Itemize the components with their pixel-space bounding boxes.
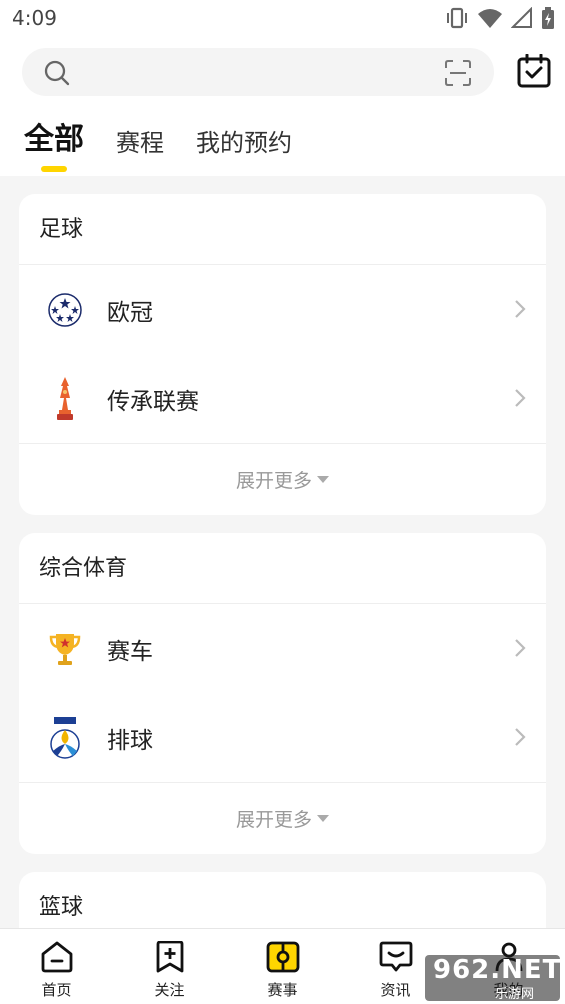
- list-item-label: 排球: [107, 727, 153, 754]
- watermark-overlay: 962.NET 乐游网: [425, 955, 562, 1002]
- bookmark-add-icon: [156, 941, 183, 973]
- fivb-volleyball-logo: [45, 714, 85, 762]
- chevron-right-icon: [515, 728, 526, 746]
- match-icon: [266, 941, 299, 973]
- expand-more-button[interactable]: 展开更多: [19, 443, 546, 515]
- tab-bar: 全部 赛程 我的预约: [24, 118, 324, 172]
- watermark-text: 962.NET: [433, 955, 562, 985]
- category-list[interactable]: 足球 欧冠 传承联赛 展开更多 综合体育 赛车 排球 展开更多 篮球: [0, 176, 565, 928]
- watermark-subtext: 乐游网: [495, 987, 535, 1002]
- chevron-right-icon: [515, 389, 526, 407]
- list-item-label: 欧冠: [107, 299, 153, 326]
- chevron-right-icon: [515, 300, 526, 318]
- list-item-volleyball[interactable]: 排球: [19, 693, 546, 782]
- champions-league-logo: [45, 286, 85, 334]
- section-card-multi-sport: 综合体育 赛车 排球 展开更多: [19, 533, 546, 854]
- tab-all[interactable]: 全部: [24, 114, 84, 172]
- list-item-champions-league[interactable]: 欧冠: [19, 265, 546, 354]
- search-input[interactable]: [22, 48, 494, 96]
- signal-icon: [511, 7, 532, 28]
- tab-schedule[interactable]: 赛程: [116, 123, 164, 158]
- nav-matches[interactable]: 赛事: [226, 929, 339, 1004]
- header: 全部 赛程 我的预约: [0, 38, 565, 176]
- tab-my-reservations[interactable]: 我的预约: [196, 123, 292, 158]
- nav-label: 赛事: [267, 981, 298, 999]
- home-icon: [41, 941, 72, 973]
- nav-label: 关注: [154, 981, 185, 999]
- section-title: 足球: [19, 194, 546, 265]
- expand-more-label: 展开更多: [235, 809, 312, 831]
- scan-icon[interactable]: [444, 59, 472, 87]
- expand-more-label: 展开更多: [235, 470, 312, 492]
- nav-home[interactable]: 首页: [0, 929, 113, 1004]
- nav-label: 首页: [41, 981, 72, 999]
- vibrate-icon: [447, 7, 467, 29]
- list-item-heritage-league[interactable]: 传承联赛: [19, 354, 546, 443]
- list-item-label: 传承联赛: [107, 388, 199, 415]
- expand-more-button[interactable]: 展开更多: [19, 782, 546, 854]
- section-title: 综合体育: [19, 533, 546, 604]
- heritage-league-trophy-logo: [45, 375, 85, 423]
- status-icons: [445, 7, 555, 29]
- caret-down-icon: [317, 815, 329, 822]
- list-item-label: 赛车: [107, 638, 153, 665]
- calendar-check-icon[interactable]: [517, 54, 551, 88]
- status-time: 4:09: [12, 6, 57, 30]
- chevron-right-icon: [515, 639, 526, 657]
- trophy-logo: [45, 625, 85, 673]
- status-bar: 4:09: [0, 0, 565, 38]
- battery-icon: [542, 7, 554, 29]
- news-chat-icon: [379, 941, 412, 972]
- caret-down-icon: [317, 476, 329, 483]
- nav-label: 资讯: [380, 981, 411, 999]
- section-card-basketball: 篮球: [19, 872, 546, 928]
- nav-follow[interactable]: 关注: [113, 929, 226, 1004]
- search-icon: [44, 60, 70, 86]
- wifi-icon: [478, 9, 502, 28]
- section-card-football: 足球 欧冠 传承联赛 展开更多: [19, 194, 546, 515]
- section-title: 篮球: [19, 872, 546, 928]
- list-item-racing[interactable]: 赛车: [19, 604, 546, 693]
